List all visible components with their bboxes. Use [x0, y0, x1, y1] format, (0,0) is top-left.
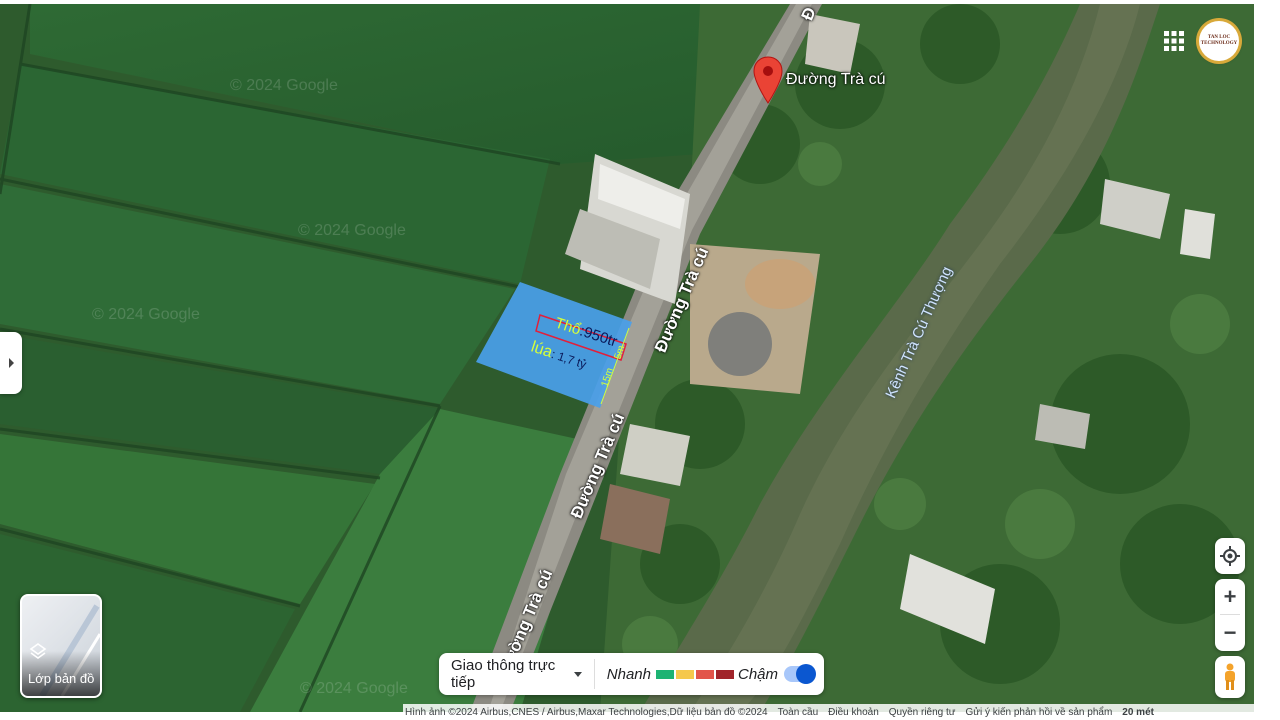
location-pin-icon[interactable]	[753, 56, 783, 104]
footer-link-privacy[interactable]: Quyền riêng tư	[889, 707, 956, 718]
traffic-swatch-darkred	[715, 669, 734, 679]
footer-link-feedback[interactable]: Gửi ý kiến phản hồi về sản phẩm	[966, 707, 1113, 718]
imagery-attribution: Hình ảnh ©2024 Airbus,CNES / Airbus,Maxa…	[405, 706, 768, 718]
traffic-legend: Nhanh Chậm	[595, 664, 824, 684]
zoom-controls: + −	[1215, 579, 1245, 651]
scale-label[interactable]: 20 mét	[1122, 707, 1154, 718]
watermark: © 2024 Google	[92, 306, 200, 323]
map-footer: Hình ảnh ©2024 Airbus,CNES / Airbus,Maxa…	[403, 704, 1254, 720]
footer-link-global[interactable]: Toàn cầu	[778, 707, 819, 718]
traffic-swatch-yellow	[675, 669, 694, 679]
zoom-out-button[interactable]: −	[1215, 615, 1245, 650]
watermark: © 2024 Google	[300, 680, 408, 697]
traffic-slow-label: Chậm	[737, 665, 778, 683]
watermark: © 2024 Google	[298, 222, 406, 239]
traffic-toggle[interactable]	[784, 664, 816, 684]
my-location-button[interactable]	[1215, 538, 1245, 574]
traffic-panel: Giao thông trực tiếp Nhanh Chậm	[439, 653, 824, 695]
layers-button[interactable]: Lớp bản đồ	[20, 594, 102, 698]
account-avatar[interactable]: TAN LOC TECHNOLOGY	[1199, 21, 1239, 61]
traffic-mode-label: Giao thông trực tiếp	[451, 657, 556, 691]
layers-icon	[29, 643, 47, 659]
zoom-in-button[interactable]: +	[1215, 579, 1245, 614]
apps-grid-icon[interactable]	[1163, 30, 1185, 52]
pin-label[interactable]: Đường Trà cú	[786, 71, 885, 89]
layers-label: Lớp bản đồ	[28, 671, 95, 686]
pegman-icon	[1225, 663, 1235, 690]
traffic-fast-label: Nhanh	[606, 665, 651, 683]
chevron-right-icon	[8, 358, 14, 368]
avatar-logo-text: TAN LOC TECHNOLOGY	[1200, 35, 1238, 46]
satellite-map[interactable]: © 2024 Google © 2024 Google © 2024 Googl…	[0, 4, 1254, 712]
traffic-swatch-red	[695, 669, 714, 679]
traffic-swatch-green	[655, 669, 674, 679]
watermark: © 2024 Google	[230, 77, 338, 94]
traffic-mode-dropdown[interactable]: Giao thông trực tiếp	[439, 653, 594, 695]
caret-down-icon	[573, 671, 582, 677]
footer-link-terms[interactable]: Điều khoản	[828, 707, 879, 718]
side-panel-toggle[interactable]	[0, 332, 22, 394]
street-view-button[interactable]	[1215, 656, 1245, 698]
map-imagery	[0, 4, 1254, 712]
my-location-icon	[1220, 546, 1240, 566]
